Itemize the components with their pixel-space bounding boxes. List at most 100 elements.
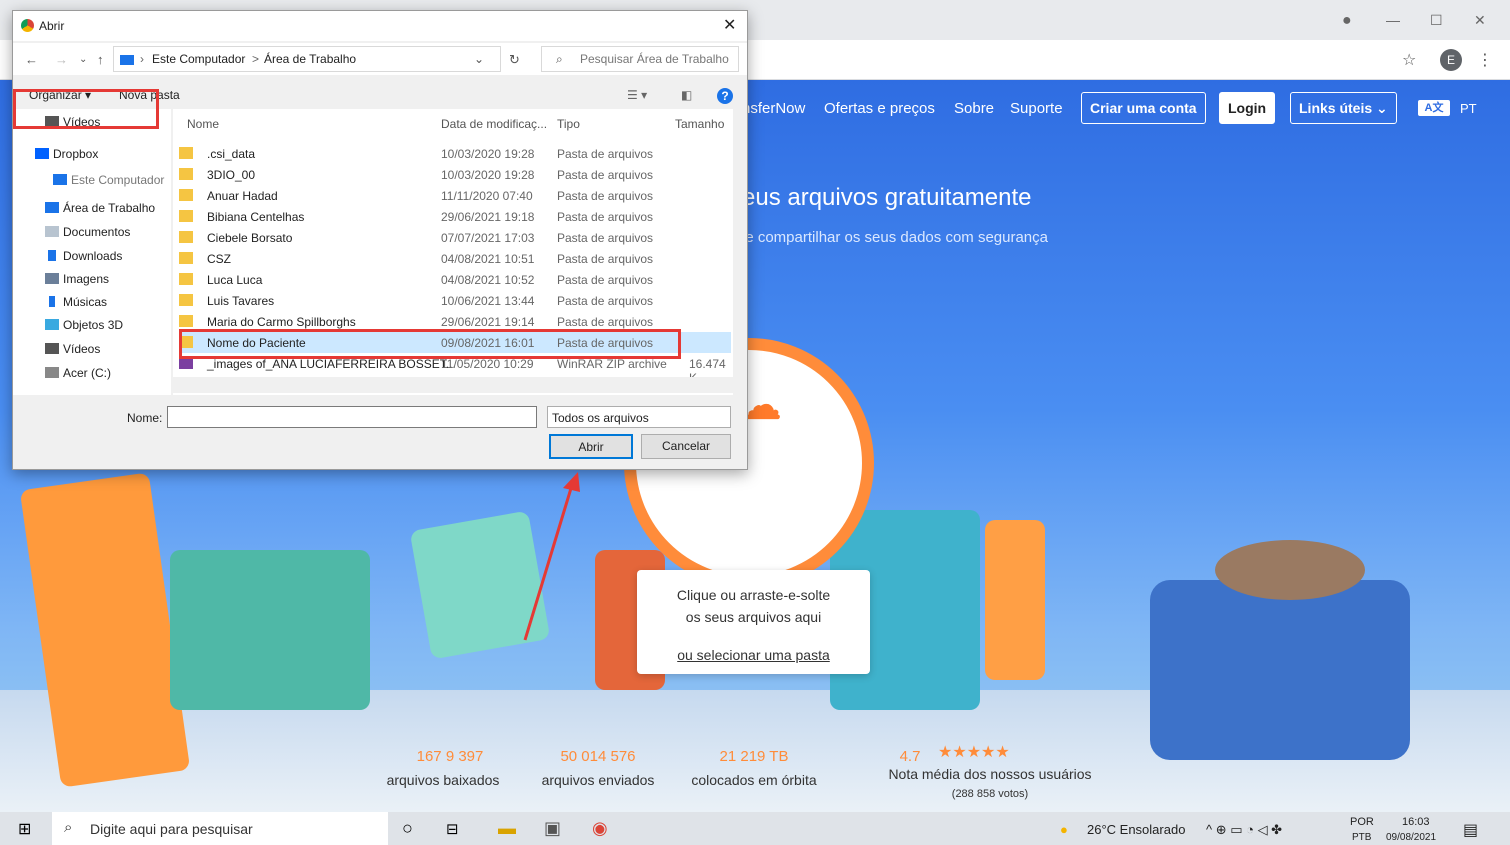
drop-zone-line1: Clique ou arraste-e-solte [676,587,831,603]
tree-item-dropbox[interactable]: Dropbox [35,147,98,161]
dialog-search-input[interactable]: ⌕ Pesquisar Área de Trabalho [541,46,739,72]
help-icon[interactable]: ? [717,88,733,104]
stat-sent-label: arquivos enviados [541,772,655,788]
taskbar-search-placeholder: Digite aqui para pesquisar [90,821,253,837]
tree-item-desktop[interactable]: Área de Trabalho [45,201,155,215]
filename-input[interactable] [167,406,537,428]
file-type: Pasta de arquivos [557,315,654,329]
file-name: Luis Tavares [207,294,275,308]
col-name[interactable]: Nome [187,117,219,131]
file-row[interactable]: Ciebele Borsato 07/07/2021 17:03 Pasta de … [179,227,731,248]
tree-item-drive-c[interactable]: Acer (C:) [45,366,111,380]
refresh-icon[interactable]: ↻ [509,52,520,68]
minimize-button[interactable]: — [1386,12,1400,28]
nav-link-transfernow[interactable]: nsferNow [742,100,805,117]
file-explorer-icon[interactable]: ▬ [498,818,516,839]
open-button[interactable]: Abrir [549,434,633,459]
file-name: 3DIO_00 [207,168,256,182]
tree-item-videos-2[interactable]: Vídeos [45,342,100,356]
cancel-button[interactable]: Cancelar [641,434,731,459]
file-name: Maria do Carmo Spillborghs [207,315,356,329]
file-type: Pasta de arquivos [557,147,654,161]
file-type-select[interactable]: Todos os arquivos [547,406,731,428]
language-icon[interactable]: A文 [1418,100,1450,116]
task-view-icon[interactable]: ○ [402,818,413,839]
notification-icon[interactable]: ▤ [1463,820,1478,840]
forward-arrow-icon[interactable]: → [55,52,68,67]
clock-date[interactable]: 09/08/2021 [1386,832,1436,843]
close-button[interactable]: ✕ [1474,12,1486,29]
create-account-button[interactable]: Criar uma conta [1081,92,1206,124]
file-name: CSZ [207,252,231,266]
drive-icon [45,367,59,378]
upload-drop-zone[interactable]: Clique ou arraste-e-solte os seus arquiv… [637,570,870,674]
stat-downloaded-number: 167 9 397 [416,748,484,765]
tree-item-computer[interactable]: Este Computador [53,173,164,187]
breadcrumb-computer[interactable]: Este Computador [152,52,245,66]
clock-time[interactable]: 16:03 [1402,816,1430,828]
tree-item-3d-objects[interactable]: Objetos 3D [45,318,123,332]
search-icon: ⌕ [64,819,73,836]
language-code[interactable]: PT [1460,101,1477,116]
back-arrow-icon[interactable]: ← [25,52,38,67]
videos-icon [45,343,59,354]
nav-link-pricing[interactable]: Ofertas e preços [824,100,935,117]
tree-item-documents[interactable]: Documentos [45,225,130,239]
view-options-icon[interactable]: ☰ ▾ [627,88,647,102]
hero-title: eus arquivos gratuitamente [742,184,1032,211]
breadcrumb[interactable]: › Este Computador > Área de Trabalho ⌄ [113,46,501,72]
breadcrumb-desktop[interactable]: Área de Trabalho [264,52,356,66]
file-date: 29/06/2021 19:14 [441,315,535,329]
file-row[interactable]: CSZ 04/08/2021 10:51 Pasta de arquivos [179,248,731,269]
folder-icon [179,252,193,264]
preview-pane-icon[interactable]: ◧ [681,88,692,102]
recent-dropdown-icon[interactable]: ⌄ [79,54,87,65]
useful-links-dropdown[interactable]: Links úteis ⌄ [1290,92,1397,124]
nav-link-about[interactable]: Sobre [954,100,994,117]
illustration-device [409,510,551,660]
file-row[interactable]: .csi_data 10/03/2020 19:28 Pasta de arquiv… [179,143,731,164]
input-lang-top[interactable]: POR [1350,816,1374,828]
profile-avatar[interactable]: E [1440,49,1462,71]
folder-icon [179,273,193,285]
file-date: 10/03/2020 19:28 [441,147,535,161]
dialog-search-placeholder: Pesquisar Área de Trabalho [580,52,729,66]
file-type: Pasta de arquivos [557,189,654,203]
chrome-icon[interactable]: ◉ [592,818,608,839]
system-tray-icons[interactable]: ^ ⊕ ▭ ◔ ◁ ✤ [1206,822,1282,838]
input-lang-bottom[interactable]: PTB [1352,832,1371,843]
taskbar-search[interactable]: ⌕ Digite aqui para pesquisar [52,812,388,845]
highlight-box-patient-folder [179,329,681,359]
col-type[interactable]: Tipo [557,117,580,131]
select-folder-link[interactable]: ou selecionar uma pasta [637,644,870,666]
nav-link-support[interactable]: Suporte [1010,100,1063,117]
windows-start-icon[interactable]: ⊞ [18,819,31,839]
tree-item-downloads[interactable]: Downloads [45,249,122,263]
tree-item-images[interactable]: Imagens [45,272,109,286]
col-date[interactable]: Data de modificaç... [441,117,547,131]
taskbar-photo-icon[interactable]: ▣ [544,818,561,839]
tree-item-music[interactable]: Músicas [45,295,107,309]
up-arrow-icon[interactable]: ↑ [97,52,104,67]
account-icon[interactable]: ● [1342,12,1352,30]
file-row[interactable]: Bibiana Centelhas 29/06/2021 19:18 Pasta d… [179,206,731,227]
login-button[interactable]: Login [1219,92,1276,124]
drop-zone-line2: os seus arquivos aqui [685,609,822,625]
hero-subtitle: le compartilhar os seus dados com segura… [742,229,1048,246]
file-row[interactable]: Luis Tavares 10/06/2021 13:44 Pasta de arq… [179,290,731,311]
taskbar-app-icon[interactable]: ⊟ [446,820,459,838]
col-size[interactable]: Tamanho [675,117,724,131]
file-row[interactable]: Luca Luca 04/08/2021 10:52 Pasta de arquiv… [179,269,731,290]
file-list-hscroll[interactable] [173,377,733,393]
file-list-vscroll[interactable] [733,109,747,381]
dialog-close-button[interactable]: ✕ [723,15,736,35]
open-file-dialog: Abrir ✕ ← → ⌄ ↑ › Este Computador > Área… [12,10,748,470]
breadcrumb-dropdown-icon[interactable]: ⌄ [474,52,484,66]
bookmark-star-icon[interactable]: ☆ [1402,50,1416,70]
breadcrumb-sep-icon: › [140,52,144,66]
browser-menu-icon[interactable]: ⋮ [1477,50,1493,70]
file-row[interactable]: Anuar Hadad 11/11/2020 07:40 Pasta de arqu… [179,185,731,206]
file-row[interactable]: 3DIO_00 10/03/2020 19:28 Pasta de arquivos [179,164,731,185]
maximize-button[interactable]: ☐ [1430,12,1443,29]
weather-text[interactable]: 26°C Ensolarado [1087,822,1185,837]
